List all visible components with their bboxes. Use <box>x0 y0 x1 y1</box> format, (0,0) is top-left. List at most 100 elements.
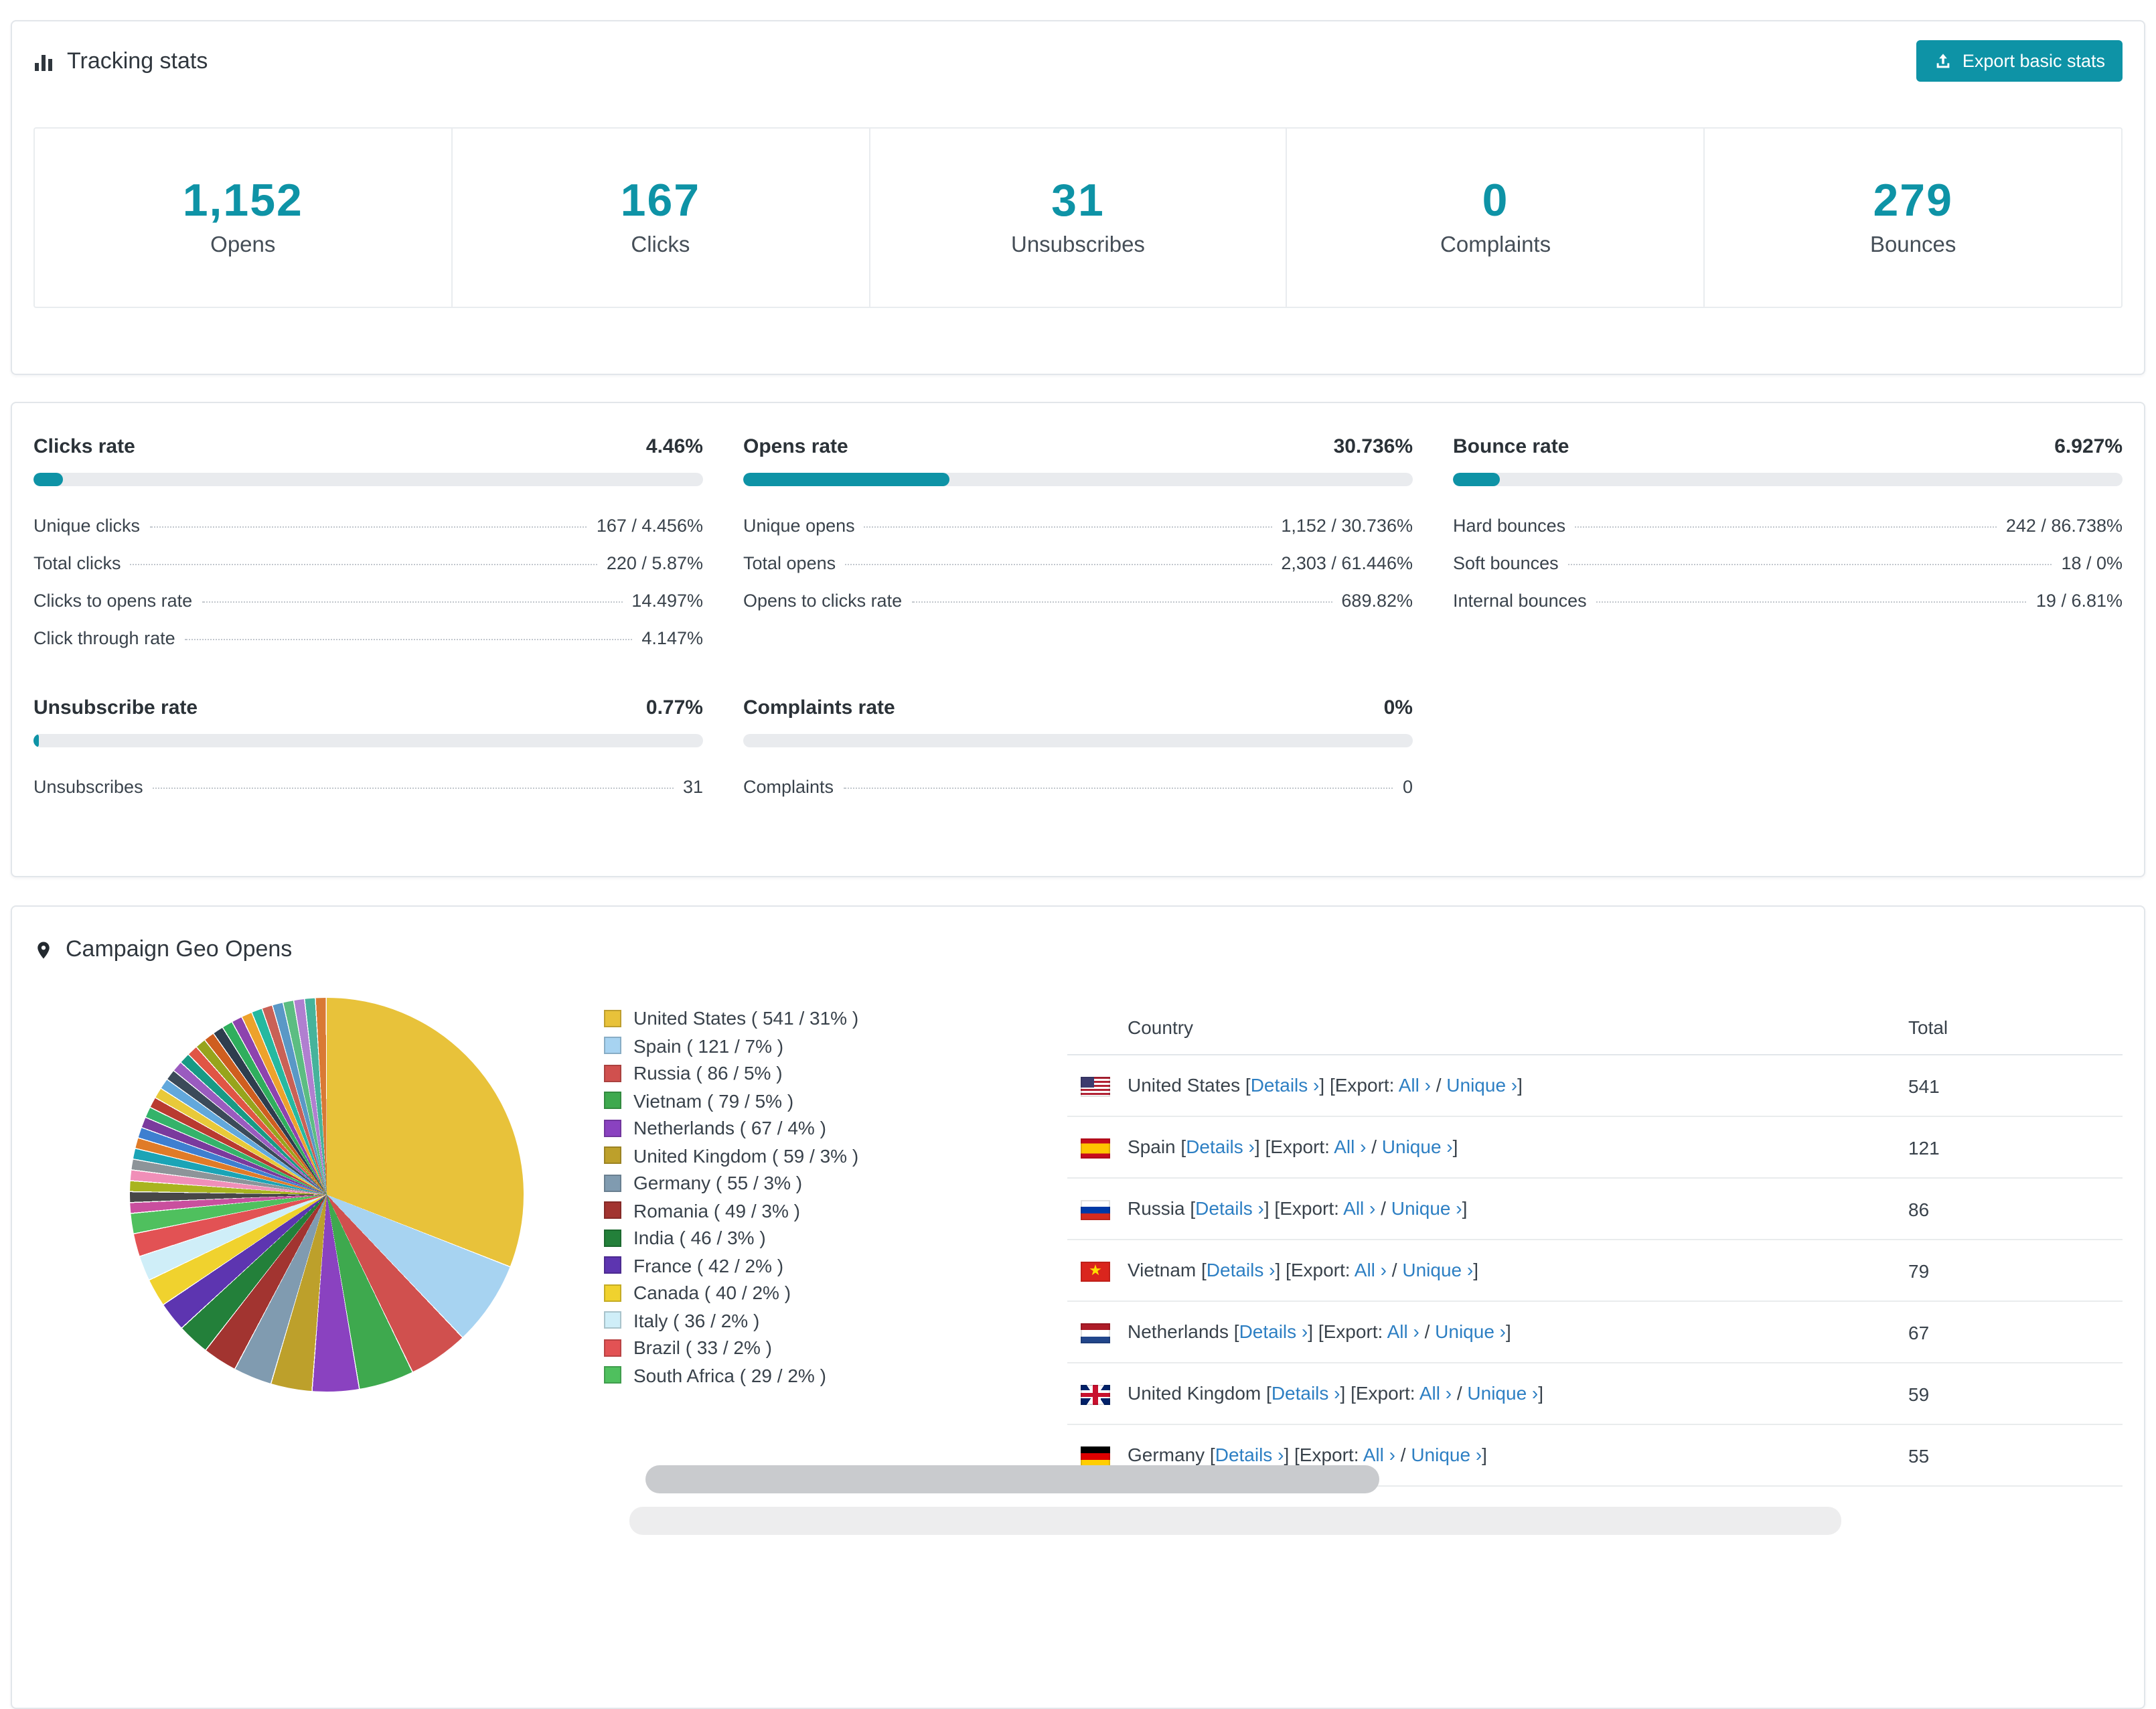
export-unique-link[interactable]: Unique › <box>1411 1444 1482 1465</box>
stat-row-value: 0 <box>1402 777 1413 797</box>
legend-label: United Kingdom ( 59 / 3% ) <box>633 1144 859 1167</box>
details-link[interactable]: Details › <box>1239 1321 1308 1342</box>
geo-opens-pie-chart[interactable] <box>130 998 524 1392</box>
legend-swatch <box>604 1366 621 1384</box>
campaign-geo-opens-card: Campaign Geo Opens United States ( 541 /… <box>11 905 2145 1709</box>
rate-progress-bar <box>743 734 1413 747</box>
stat-row-label: Unique opens <box>743 516 855 536</box>
rate-block-complaints-rate: Complaints rate 0% Complaints 0 <box>743 696 1413 797</box>
legend-swatch <box>604 1201 621 1219</box>
export-all-link[interactable]: All › <box>1334 1136 1366 1157</box>
legend-swatch <box>604 1229 621 1247</box>
legend-item-germany: Germany ( 55 / 3% ) <box>604 1169 1006 1197</box>
rate-progress-fill <box>33 734 39 747</box>
table-text: ] [ <box>1319 1074 1335 1096</box>
legend-item-canada: Canada ( 40 / 2% ) <box>604 1279 1006 1307</box>
stat-row-label: Unsubscribes <box>33 777 143 797</box>
tracking-stats-card: Tracking stats Export basic stats 1,152 O… <box>11 20 2145 375</box>
details-link[interactable]: Details › <box>1207 1259 1276 1280</box>
geo-table-row-united-kingdom: United Kingdom [Details ›] [Export: All … <box>1067 1363 2123 1425</box>
stat-row-label: Clicks to opens rate <box>33 591 193 611</box>
legend-label: Spain ( 121 / 7% ) <box>633 1035 784 1057</box>
rates-card: Clicks rate 4.46% Unique clicks 167 / 4.456… <box>11 402 2145 877</box>
table-text: [ <box>1175 1136 1186 1158</box>
dotted-leader <box>843 788 1393 789</box>
table-text: [ <box>1196 1259 1207 1281</box>
details-link[interactable]: Details › <box>1272 1382 1340 1404</box>
geo-table-row-netherlands: Netherlands [Details ›] [Export: All › /… <box>1067 1301 2123 1363</box>
table-text: ] <box>1517 1074 1523 1096</box>
stat-row-value: 19 / 6.81% <box>2035 591 2123 611</box>
rate-progress-bar <box>33 734 703 747</box>
legend-item-india: India ( 46 / 3% ) <box>604 1224 1006 1252</box>
legend-label: Brazil ( 33 / 2% ) <box>633 1337 772 1359</box>
rate-value: 6.927% <box>2054 435 2123 458</box>
export-unique-link[interactable]: Unique › <box>1391 1197 1462 1219</box>
stat-row-value: 2,303 / 61.446% <box>1281 553 1413 573</box>
stat-row-label: Total opens <box>743 553 836 573</box>
rates-grid: Clicks rate 4.46% Unique clicks 167 / 4.456… <box>33 435 2123 797</box>
geo-opens-body: United States ( 541 / 31% ) Spain ( 121 /… <box>33 998 2123 1487</box>
horizontal-scrollbar-thumb[interactable] <box>645 1465 1379 1493</box>
rate-progress-bar <box>1453 473 2123 486</box>
legend-swatch <box>604 1284 621 1302</box>
legend-item-romania: Romania ( 49 / 3% ) <box>604 1197 1006 1224</box>
country-total: 121 <box>1908 1116 2123 1179</box>
table-text: / <box>1419 1321 1436 1343</box>
es-flag-icon <box>1081 1138 1110 1159</box>
table-text: / <box>1366 1136 1382 1158</box>
dotted-leader <box>864 526 1272 528</box>
table-text: / <box>1452 1382 1468 1404</box>
details-link[interactable]: Details › <box>1186 1136 1255 1157</box>
rate-stat-row: Total opens 2,303 / 61.446% <box>743 536 1413 573</box>
dotted-leader <box>152 788 674 789</box>
export-unique-link[interactable]: Unique › <box>1402 1259 1473 1280</box>
stat-row-value: 242 / 86.738% <box>2005 516 2123 536</box>
stat-row-label: Complaints <box>743 777 834 797</box>
stat-row-label: Unique clicks <box>33 516 141 536</box>
export-unique-link[interactable]: Unique › <box>1446 1074 1517 1096</box>
stat-value: 31 <box>1051 175 1105 226</box>
table-text: ] [ <box>1275 1259 1291 1281</box>
export-all-link[interactable]: All › <box>1387 1321 1419 1342</box>
geo-table-row-united-states: United States [Details ›] [Export: All ›… <box>1067 1055 2123 1117</box>
table-text: Export: <box>1290 1259 1355 1281</box>
legend-item-south-africa: South Africa ( 29 / 2% ) <box>604 1361 1006 1389</box>
horizontal-scrollbar-track[interactable] <box>629 1507 1841 1535</box>
details-link[interactable]: Details › <box>1195 1197 1264 1219</box>
export-unique-link[interactable]: Unique › <box>1382 1136 1453 1157</box>
export-all-link[interactable]: All › <box>1363 1444 1395 1465</box>
details-link[interactable]: Details › <box>1215 1444 1284 1465</box>
geo-table-header-row: Country Total <box>1067 998 2123 1055</box>
stat-row-label: Internal bounces <box>1453 591 1587 611</box>
rate-stat-row: Total clicks 220 / 5.87% <box>33 536 703 573</box>
dotted-leader <box>149 526 587 528</box>
details-link[interactable]: Details › <box>1251 1074 1320 1096</box>
export-unique-link[interactable]: Unique › <box>1435 1321 1506 1342</box>
summary-stats-row: 1,152 Opens 167 Clicks 31 Unsubscribes 0 Compla… <box>33 127 2123 308</box>
table-text: [ <box>1229 1321 1239 1343</box>
legend-swatch <box>604 1092 621 1110</box>
dotted-leader <box>202 601 623 603</box>
table-text: [ <box>1240 1074 1251 1096</box>
country-total: 67 <box>1908 1301 2123 1363</box>
export-all-link[interactable]: All › <box>1419 1382 1452 1404</box>
export-all-link[interactable]: All › <box>1399 1074 1431 1096</box>
rate-value: 4.46% <box>645 435 703 458</box>
rate-block-unsubscribe-rate: Unsubscribe rate 0.77% Unsubscribes 31 <box>33 696 703 797</box>
legend-label: France ( 42 / 2% ) <box>633 1254 784 1276</box>
country-name: United States <box>1128 1074 1241 1096</box>
rate-block-clicks-rate: Clicks rate 4.46% Unique clicks 167 / 4.456… <box>33 435 703 648</box>
export-all-link[interactable]: All › <box>1343 1197 1375 1219</box>
table-text: [ <box>1261 1382 1272 1404</box>
rate-block-opens-rate: Opens rate 30.736% Unique opens 1,152 / 30.… <box>743 435 1413 648</box>
tracking-stats-header: Tracking stats Export basic stats <box>33 40 2123 82</box>
rate-stat-row: Soft bounces 18 / 0% <box>1453 536 2123 573</box>
dotted-leader <box>130 564 597 565</box>
country-name: Russia <box>1128 1197 1185 1219</box>
export-all-link[interactable]: All › <box>1355 1259 1387 1280</box>
export-basic-stats-button[interactable]: Export basic stats <box>1916 40 2123 82</box>
export-unique-link[interactable]: Unique › <box>1467 1382 1538 1404</box>
country-total: 59 <box>1908 1363 2123 1425</box>
table-text: ] <box>1462 1197 1468 1219</box>
